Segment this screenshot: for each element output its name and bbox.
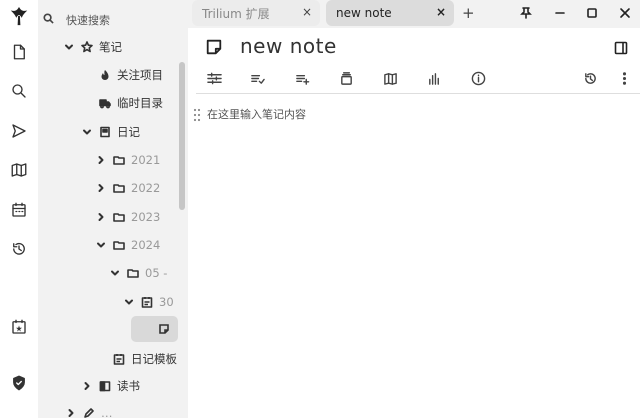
tab-bar: Trilium 扩展 × new note × + [188, 0, 640, 28]
tree-item-year[interactable]: 2024 [94, 234, 160, 256]
tab-trilium-extension[interactable]: Trilium 扩展 × [192, 0, 320, 26]
tree-item-year[interactable]: 2023 [94, 206, 160, 228]
tree-item-bookmarks[interactable]: 关注项目 [98, 64, 163, 86]
tree-item-books[interactable]: 读书 [80, 375, 140, 397]
note-tree-pane: 快速搜索 笔记 关注项目 临时目录 日记 2021 2022 2023 2024… [38, 0, 188, 418]
tree-item-template[interactable]: 日记模板 [112, 348, 177, 370]
add-list-icon[interactable] [292, 69, 312, 87]
tree-item-month[interactable]: 05 - [108, 262, 167, 284]
tree-item-label: … [101, 406, 113, 418]
fire-icon [98, 68, 112, 82]
tree-item-label: 05 - [145, 266, 168, 280]
chevron-down-icon[interactable] [122, 295, 136, 309]
chevron-down-icon[interactable] [108, 266, 122, 280]
editor-placeholder[interactable]: 在这里输入笔记内容 [207, 106, 306, 122]
tree-item-year[interactable]: 2022 [94, 177, 160, 199]
map-icon[interactable] [7, 158, 31, 182]
tree-item-selected-note[interactable] [131, 316, 178, 342]
tree-item-label: 临时目录 [117, 96, 163, 110]
chevron-right-icon[interactable] [94, 181, 108, 195]
folder-icon [112, 181, 126, 195]
folder-icon [112, 210, 126, 224]
new-note-icon[interactable] [7, 40, 31, 64]
star-icon [80, 40, 94, 54]
note-map-icon[interactable] [380, 69, 400, 87]
tab-close-icon[interactable]: × [302, 5, 312, 19]
tab-close-icon[interactable]: × [436, 5, 446, 19]
right-pane-toggle-icon[interactable] [614, 40, 632, 58]
folder-icon [112, 153, 126, 167]
tree-scrollbar[interactable] [179, 62, 185, 210]
calendar-icon[interactable] [7, 198, 31, 222]
tree-item-label: 日记模板 [131, 352, 177, 366]
minimize-icon[interactable] [550, 4, 570, 22]
folder-icon [126, 266, 140, 280]
pin-icon[interactable] [516, 4, 536, 22]
tree-item-temp[interactable]: 临时目录 [98, 92, 163, 114]
info-icon[interactable] [468, 69, 488, 87]
chevron-down-icon[interactable] [80, 125, 94, 139]
close-icon[interactable] [615, 4, 635, 22]
search-icon [43, 13, 54, 24]
tree-item-label: 读书 [117, 379, 140, 393]
calendar-star-icon[interactable] [7, 315, 31, 339]
chevron-down-icon[interactable] [94, 238, 108, 252]
chevron-right-icon[interactable] [94, 153, 108, 167]
revisions-icon[interactable] [580, 69, 600, 87]
calendar-day-icon [112, 352, 126, 366]
promoted-attributes-icon[interactable] [247, 69, 267, 87]
tree-item-root[interactable]: 笔记 [62, 36, 122, 58]
ribbon-divider [196, 93, 640, 94]
new-tab-button[interactable]: + [462, 4, 475, 22]
tree-item-label: 日记 [117, 125, 140, 139]
calendar-day-icon [140, 295, 154, 309]
chevron-down-icon[interactable] [62, 40, 76, 54]
shield-icon[interactable] [7, 371, 31, 395]
tree-item-label: 30 [159, 295, 174, 309]
chevron-right-icon[interactable] [94, 210, 108, 224]
note-title[interactable]: new note [240, 34, 337, 58]
launcher-bar [0, 0, 38, 418]
properties-icon[interactable] [204, 69, 224, 87]
more-menu-icon[interactable] [614, 69, 634, 87]
note-actions-icon[interactable] [336, 69, 356, 87]
tree-item-label: 关注项目 [117, 68, 163, 82]
tab-title: new note [336, 6, 392, 20]
quick-search-placeholder[interactable]: 快速搜索 [66, 12, 110, 28]
tree-item-label: 2021 [131, 153, 161, 167]
chart-icon[interactable] [424, 69, 444, 87]
maximize-icon[interactable] [582, 4, 602, 22]
journal-icon [98, 125, 112, 139]
tree-item-label: 2023 [131, 210, 161, 224]
tree-item-day[interactable]: 30 [122, 291, 174, 313]
truck-icon [98, 96, 112, 110]
tree-item-label: 2022 [131, 181, 161, 195]
note-icon [159, 324, 169, 334]
folder-icon [112, 238, 126, 252]
tab-title: Trilium 扩展 [202, 6, 270, 21]
search-icon[interactable] [7, 79, 31, 103]
chevron-right-icon[interactable] [64, 406, 78, 418]
chevron-right-icon[interactable] [80, 379, 94, 393]
quick-search[interactable]: 快速搜索 [38, 8, 188, 30]
book-icon [98, 379, 112, 393]
tree-item-label: 笔记 [99, 40, 122, 54]
tree-item-journal[interactable]: 日记 [80, 121, 140, 143]
tree-item-year[interactable]: 2021 [94, 149, 160, 171]
drag-handle-icon[interactable] [193, 107, 201, 122]
history-icon[interactable] [7, 237, 31, 261]
tree-item-partial[interactable]: … [64, 402, 113, 418]
send-icon[interactable] [7, 119, 31, 143]
tree-item-label: 2024 [131, 238, 161, 252]
note-type-icon[interactable] [205, 38, 225, 58]
tab-new-note[interactable]: new note × [326, 0, 454, 26]
pen-icon [82, 406, 96, 418]
trilium-logo-icon[interactable] [7, 4, 31, 28]
